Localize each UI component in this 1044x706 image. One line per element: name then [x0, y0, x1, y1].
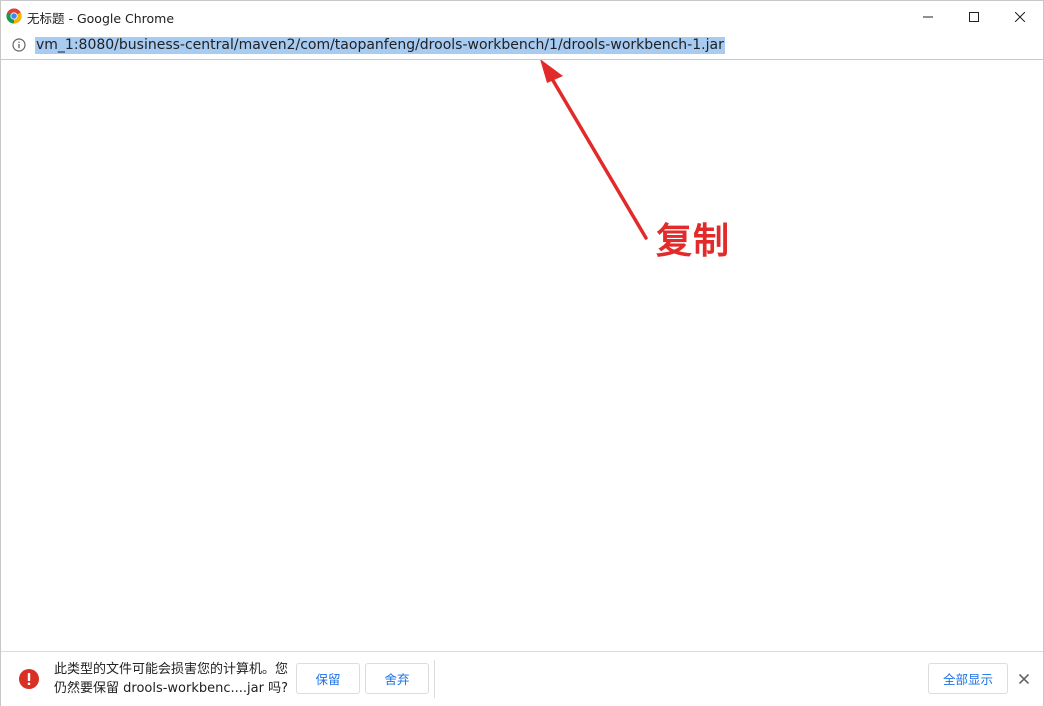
download-bar-divider	[434, 660, 435, 698]
annotation-label: 复制	[656, 221, 731, 262]
window-title: 无标题 - Google Chrome	[27, 11, 175, 26]
close-icon	[1019, 674, 1029, 684]
info-icon[interactable]	[12, 38, 26, 52]
minimize-icon	[923, 16, 933, 17]
maximize-button[interactable]	[951, 1, 997, 32]
warning-line-1: 此类型的文件可能会损害您的计算机。您	[54, 662, 289, 677]
keep-button[interactable]: 保留	[296, 663, 360, 694]
title-bar[interactable]: 无标题 - Google Chrome	[1, 1, 1043, 32]
maximize-icon	[969, 11, 979, 22]
close-window-button[interactable]	[997, 1, 1043, 32]
address-bar[interactable]: vm_1:8080/business-central/maven2/com/ta…	[1, 32, 1043, 60]
download-warning-text: 此类型的文件可能会损害您的计算机。您 仍然要保留 drools-workbenc…	[54, 660, 294, 698]
close-download-bar-button[interactable]	[1016, 671, 1032, 687]
browser-window: 无标题 - Google Chrome vm_1:8080/business-c…	[0, 0, 1044, 706]
minimize-button[interactable]	[905, 1, 951, 32]
url-text[interactable]: vm_1:8080/business-central/maven2/com/ta…	[35, 37, 725, 54]
page-content: 复制	[1, 60, 1043, 651]
close-icon	[1015, 11, 1025, 22]
annotation-arrow	[540, 60, 648, 240]
discard-button[interactable]: 舍弃	[365, 663, 429, 694]
show-all-button[interactable]: 全部显示	[928, 663, 1008, 694]
chrome-logo-icon	[6, 8, 22, 24]
warning-icon	[19, 669, 39, 689]
warning-line-2: 仍然要保留 drools-workbenc....jar 吗?	[54, 681, 289, 696]
download-bar: 此类型的文件可能会损害您的计算机。您 仍然要保留 drools-workbenc…	[1, 651, 1043, 706]
